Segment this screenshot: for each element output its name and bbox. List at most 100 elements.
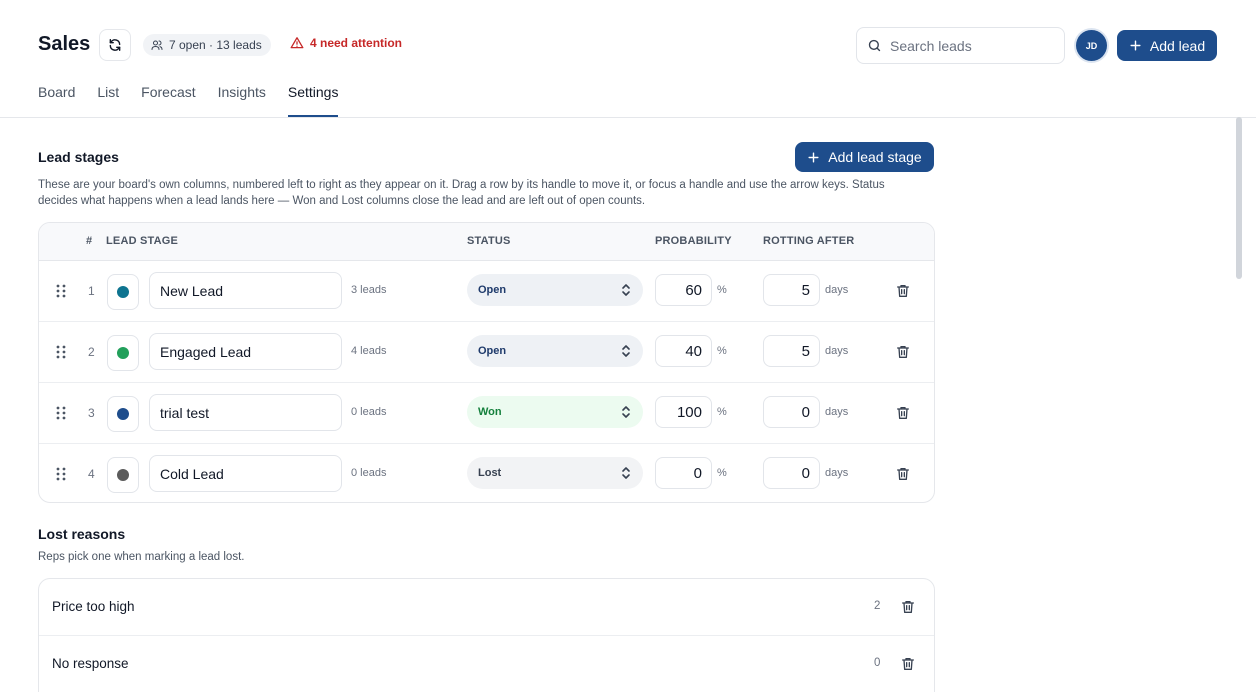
stage-color-button[interactable] xyxy=(107,457,139,493)
attention-alert[interactable]: 4 need attention xyxy=(290,36,402,50)
table-row: 1 3 leads Open % days xyxy=(39,261,934,322)
trash-icon[interactable] xyxy=(895,344,911,360)
stage-lead-count: 0 leads xyxy=(351,406,387,418)
probability-unit: % xyxy=(717,406,727,418)
plus-icon xyxy=(808,151,819,163)
list-item[interactable]: Price too high 2 xyxy=(39,579,934,636)
stage-color-swatch xyxy=(117,347,129,359)
stage-lead-count: 4 leads xyxy=(351,345,387,357)
tab-list[interactable]: List xyxy=(97,84,119,117)
app: Sales 7 open · 13 leads 4 need attention xyxy=(0,0,1256,692)
lead-stages-title: Lead stages xyxy=(38,149,119,165)
lost-reasons-list: Price too high 2 No response 0 xyxy=(38,578,935,692)
tab-forecast[interactable]: Forecast xyxy=(141,84,195,117)
lost-reasons-title: Lost reasons xyxy=(38,526,126,542)
description-line-1: These are your board's own columns, numb… xyxy=(38,179,885,191)
reason-label[interactable]: No response xyxy=(52,656,129,671)
tab-settings[interactable]: Settings xyxy=(287,84,338,117)
status-value: Open xyxy=(478,284,507,296)
drag-handle-icon[interactable] xyxy=(56,284,66,298)
column-header-rotting: ROTTING AFTER xyxy=(763,235,855,247)
trash-icon[interactable] xyxy=(900,599,916,615)
probability-input[interactable] xyxy=(655,335,712,367)
stage-color-swatch xyxy=(117,408,129,420)
rotting-days-input[interactable] xyxy=(763,274,820,306)
description-line-2: decides what happens when a lead lands h… xyxy=(38,195,646,207)
rotting-days-input[interactable] xyxy=(763,457,820,489)
refresh-button[interactable] xyxy=(99,29,131,61)
lead-count-text: 7 open · 13 leads xyxy=(169,38,262,52)
rotting-unit: days xyxy=(825,406,849,418)
warning-icon xyxy=(290,37,304,49)
reason-label[interactable]: Price too high xyxy=(52,599,135,614)
stage-color-swatch xyxy=(117,286,129,298)
chevron-up-down-icon xyxy=(622,345,630,357)
column-header-status: STATUS xyxy=(467,235,511,247)
tab-bar: Board List Forecast Insights Settings xyxy=(38,84,360,117)
trash-icon[interactable] xyxy=(895,466,911,482)
stage-color-button[interactable] xyxy=(107,396,139,432)
status-value: Won xyxy=(478,406,502,418)
stage-name-input[interactable] xyxy=(149,394,342,431)
stage-lead-count: 3 leads xyxy=(351,284,387,296)
chevron-up-down-icon xyxy=(622,467,630,479)
search-box[interactable] xyxy=(856,27,1065,64)
trash-icon[interactable] xyxy=(895,405,911,421)
reason-count: 2 xyxy=(874,600,881,612)
stage-status-select[interactable]: Won xyxy=(467,396,643,428)
stage-name-input[interactable] xyxy=(149,333,342,370)
drag-handle-icon[interactable] xyxy=(56,406,66,420)
reason-count: 0 xyxy=(874,657,881,669)
plus-icon xyxy=(1130,40,1141,51)
probability-input[interactable] xyxy=(655,274,712,306)
stage-status-select[interactable]: Lost xyxy=(467,457,643,489)
tab-board[interactable]: Board xyxy=(38,84,75,117)
tab-insights[interactable]: Insights xyxy=(218,84,266,117)
trash-icon[interactable] xyxy=(900,656,916,672)
add-lead-stage-button[interactable]: Add lead stage xyxy=(795,142,934,172)
status-value: Lost xyxy=(478,467,502,479)
stage-name-input[interactable] xyxy=(149,272,342,309)
stage-status-select[interactable]: Open xyxy=(467,274,643,306)
people-icon xyxy=(151,40,163,50)
rotting-unit: days xyxy=(825,467,849,479)
stage-number: 1 xyxy=(88,284,95,298)
rotting-unit: days xyxy=(825,284,849,296)
stage-number: 4 xyxy=(88,467,95,481)
probability-unit: % xyxy=(717,284,727,296)
stage-color-button[interactable] xyxy=(107,274,139,310)
add-lead-label: Add lead xyxy=(1149,37,1206,54)
table-row: 4 0 leads Lost % days xyxy=(39,444,934,502)
refresh-icon xyxy=(109,39,121,51)
lead-count-badge: 7 open · 13 leads xyxy=(143,34,271,56)
probability-input[interactable] xyxy=(655,396,712,428)
stage-color-button[interactable] xyxy=(107,335,139,371)
lead-stages-table: # LEAD STAGE STATUS PROBABILITY ROTTING … xyxy=(38,222,935,503)
add-lead-stage-label: Add lead stage xyxy=(828,149,922,165)
stage-status-select[interactable]: Open xyxy=(467,335,643,367)
probability-unit: % xyxy=(717,345,727,357)
lost-reasons-description: Reps pick one when marking a lead lost. xyxy=(38,551,245,563)
column-header-probability: PROBABILITY xyxy=(655,235,732,247)
list-item[interactable]: No response 0 xyxy=(39,636,934,692)
table-row: 3 0 leads Won % days xyxy=(39,383,934,444)
lead-stages-description: These are your board's own columns, numb… xyxy=(38,177,938,209)
table-row: 2 4 leads Open % days xyxy=(39,322,934,383)
page-title: Sales xyxy=(38,33,91,55)
stage-color-swatch xyxy=(117,469,129,481)
search-input[interactable] xyxy=(890,37,1050,54)
rotting-unit: days xyxy=(825,345,849,357)
drag-handle-icon[interactable] xyxy=(56,467,66,481)
rotting-days-input[interactable] xyxy=(763,335,820,367)
avatar[interactable]: JD xyxy=(1076,30,1107,61)
stage-number: 3 xyxy=(88,406,95,420)
add-lead-button[interactable]: Add lead xyxy=(1117,30,1217,61)
probability-input[interactable] xyxy=(655,457,712,489)
stage-name-input[interactable] xyxy=(149,455,342,492)
scrollbar-thumb[interactable] xyxy=(1236,117,1242,279)
attention-text: 4 need attention xyxy=(310,36,403,50)
table-header: # LEAD STAGE STATUS PROBABILITY ROTTING … xyxy=(39,223,934,261)
drag-handle-icon[interactable] xyxy=(56,345,66,359)
rotting-days-input[interactable] xyxy=(763,396,820,428)
trash-icon[interactable] xyxy=(895,283,911,299)
